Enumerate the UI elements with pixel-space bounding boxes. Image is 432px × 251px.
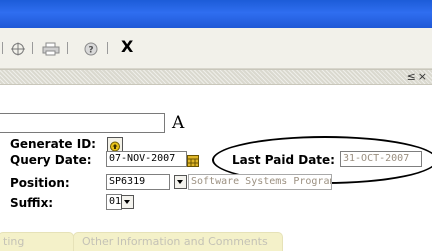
window-controls[interactable]: ≤×: [407, 70, 429, 83]
generate-id-button[interactable]: [107, 137, 123, 152]
key-block-field[interactable]: [0, 113, 165, 133]
tab-previous[interactable]: ting: [0, 232, 74, 251]
close-icon[interactable]: X: [121, 37, 133, 56]
help-icon[interactable]: ?: [84, 41, 100, 56]
tab-previous-label: ting: [3, 235, 25, 248]
generate-id-label: Generate ID:: [10, 137, 96, 151]
calendar-icon[interactable]: [187, 152, 199, 167]
globe-icon[interactable]: [10, 41, 26, 56]
svg-text:?: ?: [88, 46, 93, 56]
suffix-label: Suffix:: [10, 196, 54, 210]
position-label: Position:: [10, 176, 70, 190]
position-lookup-button[interactable]: [174, 175, 187, 189]
toolbar-separator: [2, 42, 3, 54]
annotation-label: A: [172, 113, 185, 133]
print-icon[interactable]: [42, 41, 60, 56]
query-date-label: Query Date:: [10, 153, 92, 167]
form-header-bar: ≤×: [0, 69, 432, 85]
toolbar: ? X: [0, 28, 432, 69]
tab-other-information[interactable]: Other Information and Comments: [73, 232, 283, 251]
toolbar-separator: [107, 42, 108, 54]
suffix-lookup-button[interactable]: [121, 195, 134, 209]
window-title-bar: [0, 0, 432, 28]
query-date-input[interactable]: 07-NOV-2007: [106, 151, 187, 167]
position-description: Software Systems Programmer: [188, 174, 332, 190]
toolbar-separator: [32, 42, 33, 54]
position-input[interactable]: SP6319: [106, 174, 170, 190]
suffix-input[interactable]: 01: [106, 194, 122, 210]
toolbar-separator: [67, 42, 68, 54]
tab-other-information-label: Other Information and Comments: [82, 235, 268, 248]
